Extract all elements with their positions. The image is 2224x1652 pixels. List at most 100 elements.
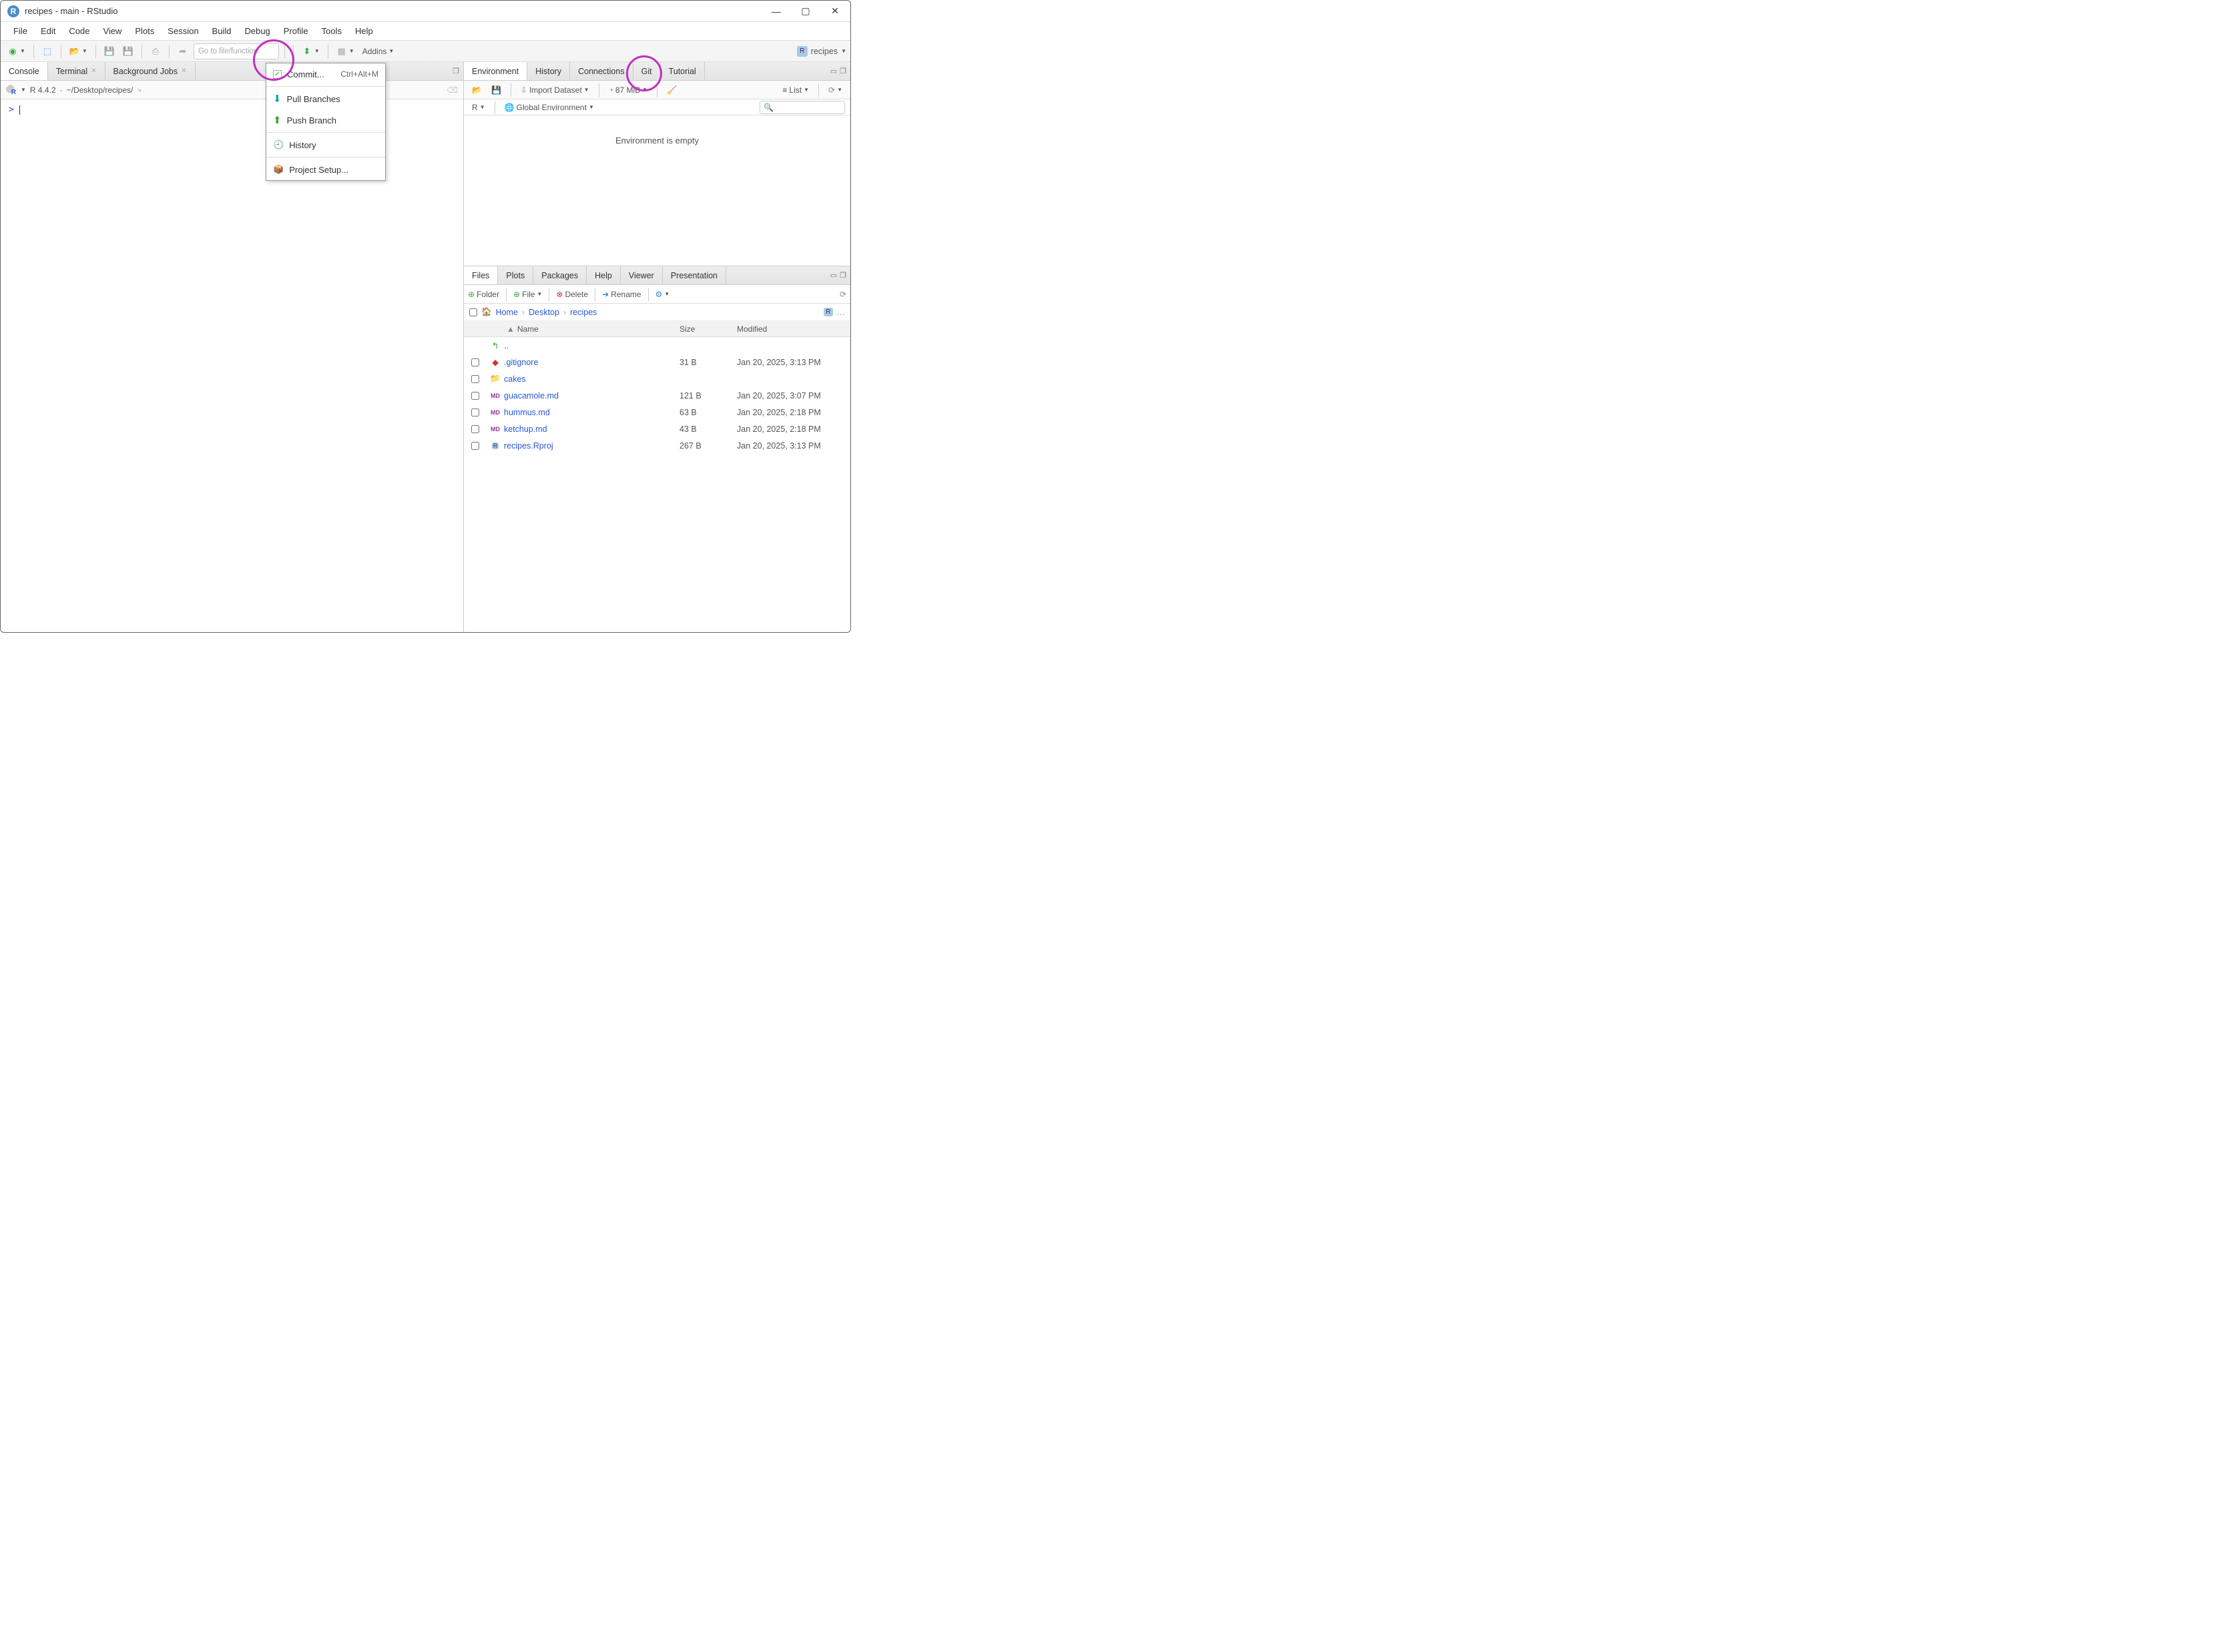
home-icon[interactable]: 🏠 (481, 307, 492, 317)
rproj-icon[interactable]: R (824, 308, 832, 316)
menu-tools[interactable]: Tools (316, 23, 348, 39)
load-workspace-button[interactable]: 📂 (469, 82, 485, 98)
file-checkbox[interactable] (471, 408, 479, 417)
clear-workspace-button[interactable]: 🧹 (664, 82, 679, 98)
breadcrumb-home[interactable]: Home (496, 308, 518, 317)
save-workspace-button[interactable]: 💾 (489, 82, 504, 98)
tab-files[interactable]: Files (464, 266, 498, 284)
file-checkbox[interactable] (471, 442, 479, 450)
new-file-button[interactable]: ◉▼ (5, 43, 28, 59)
file-checkbox[interactable] (471, 375, 479, 383)
file-row[interactable]: 📁 cakes (464, 370, 850, 387)
tab-history[interactable]: History (527, 62, 570, 80)
parent-dir-row[interactable]: ↰ .. (464, 337, 850, 354)
menu-profile[interactable]: Profile (278, 23, 314, 39)
new-folder-button[interactable]: ⊕Folder (468, 290, 499, 299)
maximize-pane-icon[interactable]: ❐ (840, 67, 846, 75)
goto-function[interactable]: ➦ (175, 43, 191, 59)
select-all-checkbox[interactable] (469, 308, 477, 316)
menu-push[interactable]: ⬆ Push Branch (266, 109, 385, 131)
tab-git[interactable]: Git (633, 62, 661, 80)
file-checkbox[interactable] (471, 392, 479, 400)
file-name[interactable]: cakes (504, 374, 679, 384)
menu-debug[interactable]: Debug (238, 23, 276, 39)
rename-file-button[interactable]: ➜Rename (602, 290, 641, 299)
sort-by-modified[interactable]: Modified (737, 324, 850, 334)
view-mode-button[interactable]: ≡List ▼ (780, 82, 812, 98)
refresh-files-button[interactable]: ⟳ (840, 290, 846, 299)
tab-environment[interactable]: Environment (464, 62, 527, 80)
tab-tutorial[interactable]: Tutorial (661, 62, 705, 80)
project-selector[interactable]: R recipes ▼ (797, 46, 846, 57)
file-name[interactable]: recipes.Rproj (504, 441, 679, 451)
breadcrumb-desktop[interactable]: Desktop (529, 308, 559, 317)
menu-build[interactable]: Build (206, 23, 238, 39)
menu-commit[interactable]: ✓ Commit... Ctrl+Alt+M (266, 63, 385, 85)
sort-by-size[interactable]: Size (679, 324, 737, 334)
tab-connections[interactable]: Connections (570, 62, 633, 80)
minimize-pane-icon[interactable]: ▭ (830, 271, 837, 280)
save-button[interactable]: 💾 (101, 43, 117, 59)
file-row[interactable]: MD hummus.md 63 B Jan 20, 2025, 2:18 PM (464, 404, 850, 421)
grid-button[interactable]: ▦▼ (334, 43, 357, 59)
menu-edit[interactable]: Edit (35, 23, 61, 39)
file-row[interactable]: R recipes.Rproj 267 B Jan 20, 2025, 3:13… (464, 437, 850, 454)
scope-selector[interactable]: 🌐Global Environment ▼ (502, 99, 597, 115)
menu-session[interactable]: Session (162, 23, 204, 39)
new-project-button[interactable]: ⬚ (39, 43, 55, 59)
menu-help[interactable]: Help (349, 23, 379, 39)
maximize-button[interactable]: ▢ (801, 7, 810, 16)
menu-pull[interactable]: ⬇ Pull Branches (266, 88, 385, 109)
file-name[interactable]: ketchup.md (504, 425, 679, 434)
file-row[interactable]: MD ketchup.md 43 B Jan 20, 2025, 2:18 PM (464, 421, 850, 437)
clear-console-icon[interactable]: ⌫ (447, 85, 458, 95)
tab-presentation[interactable]: Presentation (663, 266, 726, 284)
tab-console[interactable]: Console (1, 62, 48, 80)
file-checkbox[interactable] (471, 425, 479, 433)
minimize-pane-icon[interactable]: ▭ (830, 67, 837, 75)
open-file-button[interactable]: 📂▼ (67, 43, 90, 59)
language-selector[interactable]: R ▼ (469, 99, 488, 115)
menu-plots[interactable]: Plots (129, 23, 160, 39)
menu-history[interactable]: 🕘 History (266, 134, 385, 156)
memory-usage[interactable]: ◔87 MiB ▼ (606, 82, 651, 98)
tab-background-jobs[interactable]: Background Jobs✕ (105, 62, 196, 80)
menu-file[interactable]: File (7, 23, 33, 39)
delete-file-button[interactable]: ⊗Delete (556, 290, 588, 299)
file-row[interactable]: MD guacamole.md 121 B Jan 20, 2025, 3:07… (464, 387, 850, 404)
tab-terminal[interactable]: Terminal✕ (48, 62, 105, 80)
console-body[interactable]: > (1, 99, 463, 632)
tab-viewer[interactable]: Viewer (621, 266, 663, 284)
file-name[interactable]: .gitignore (504, 358, 679, 367)
menu-project-setup[interactable]: 📦 Project Setup... (266, 159, 385, 180)
sort-by-name[interactable]: ▲Name (504, 324, 679, 334)
import-dataset-button[interactable]: ⇩Import Dataset ▼ (518, 82, 592, 98)
menu-view[interactable]: View (97, 23, 127, 39)
tab-packages[interactable]: Packages (533, 266, 587, 284)
env-search-input[interactable]: 🔍 (760, 101, 845, 114)
path-link-icon[interactable]: ⤷ (137, 85, 142, 95)
tab-plots[interactable]: Plots (498, 266, 533, 284)
window-icon[interactable]: ❐ (453, 67, 459, 75)
more-button[interactable]: ⚙ ▼ (655, 290, 670, 299)
close-icon[interactable]: ✕ (91, 67, 96, 75)
close-button[interactable]: ✕ (830, 7, 840, 16)
vcs-button[interactable]: ⬍▼ (299, 43, 322, 59)
breadcrumb-recipes[interactable]: recipes (570, 308, 597, 317)
file-checkbox[interactable] (471, 358, 479, 366)
file-name[interactable]: guacamole.md (504, 391, 679, 400)
goto-file-input[interactable]: Go to file/function (194, 43, 279, 59)
refresh-env-button[interactable]: ⟳▼ (826, 82, 845, 98)
close-icon[interactable]: ✕ (181, 67, 186, 75)
menu-code[interactable]: Code (63, 23, 95, 39)
file-name[interactable]: hummus.md (504, 408, 679, 417)
tab-help[interactable]: Help (587, 266, 621, 284)
new-blank-file-button[interactable]: ⊕File ▼ (513, 290, 542, 299)
minimize-button[interactable]: — (772, 7, 781, 16)
maximize-pane-icon[interactable]: ❐ (840, 271, 846, 280)
more-path-button[interactable]: … (837, 308, 846, 317)
print-button[interactable]: ⎙ (148, 43, 164, 59)
addins-button[interactable]: Addins ▼ (360, 43, 397, 59)
save-all-button[interactable]: 💾 (120, 43, 136, 59)
file-row[interactable]: ◆ .gitignore 31 B Jan 20, 2025, 3:13 PM (464, 354, 850, 370)
